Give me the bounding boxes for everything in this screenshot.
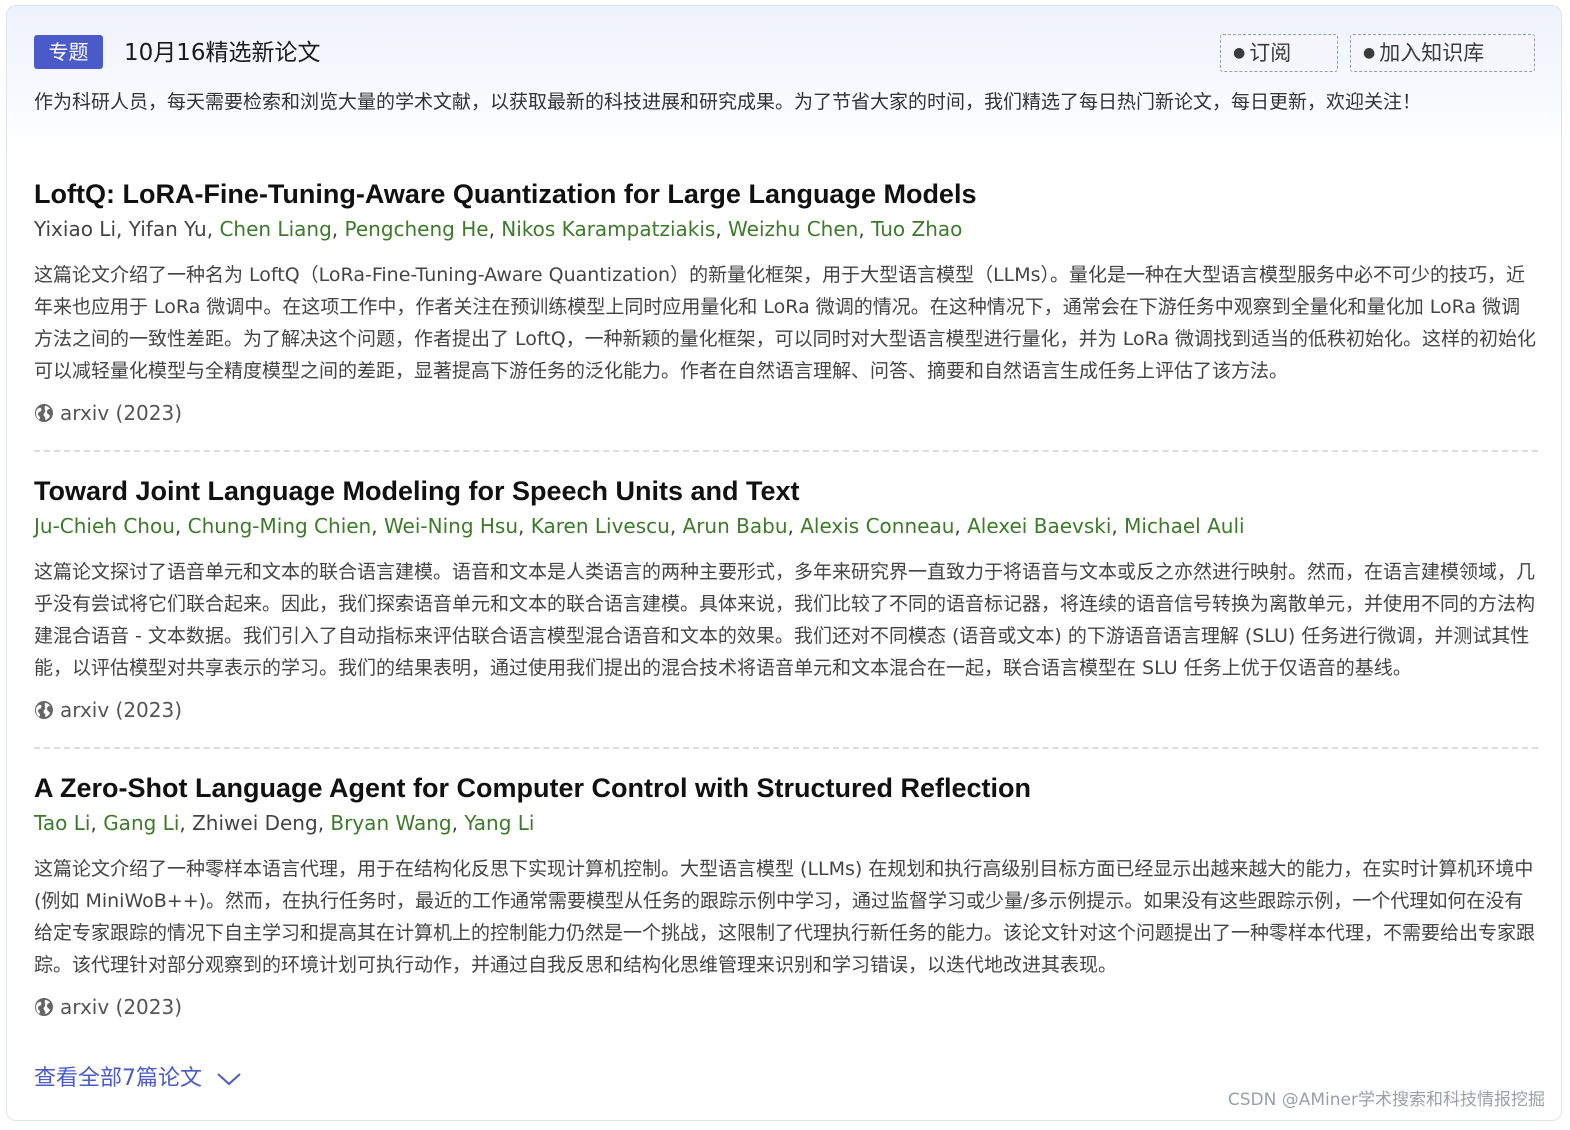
card-title: 10月16精选新论文 — [124, 40, 321, 66]
author-name: Yifan Yu — [128, 217, 207, 241]
author-separator: , — [331, 217, 345, 241]
author-name[interactable]: Gang Li — [103, 811, 179, 835]
paper-summary: 这篇论文介绍了一种名为 LoftQ（LoRa-Fine-Tuning-Aware… — [34, 264, 1537, 382]
globe-icon — [35, 701, 53, 719]
author-separator: , — [954, 514, 968, 538]
author-separator: , — [715, 217, 729, 241]
bullet-icon: ● — [1233, 45, 1246, 61]
author-name[interactable]: Yang Li — [464, 811, 534, 835]
topic-card: 专题 10月16精选新论文 ● 订阅 ● 加入知识库 作为科研人员，每天需要检索和浏… — [6, 5, 1562, 1121]
author-separator: , — [174, 514, 188, 538]
author-separator: , — [858, 217, 872, 241]
subscribe-button[interactable]: ● 订阅 — [1220, 34, 1338, 72]
author-name[interactable]: Tao Li — [34, 811, 90, 835]
globe-icon — [35, 404, 53, 422]
paper-title-link[interactable]: A Zero-Shot Language Agent for Computer … — [34, 770, 1538, 806]
watermark: CSDN @AMiner学术搜索和科技情报挖掘 — [1227, 1090, 1545, 1110]
author-separator: , — [116, 217, 129, 241]
author-separator: , — [371, 514, 384, 538]
author-list: Tao Li, Gang Li, Zhiwei Deng, Bryan Wang… — [34, 807, 1538, 839]
globe-icon — [35, 998, 53, 1016]
author-separator: , — [1111, 514, 1125, 538]
author-name[interactable]: Chung-Ming Chien — [188, 514, 372, 538]
paper-venue: arxiv (2023) — [34, 397, 1538, 429]
author-list: Yixiao Li, Yifan Yu, Chen Liang, Pengche… — [34, 213, 1538, 245]
author-name: Yixiao Li — [34, 217, 117, 241]
author-separator: , — [669, 514, 683, 538]
author-separator: , — [451, 811, 465, 835]
card-header: 专题 10月16精选新论文 ● 订阅 ● 加入知识库 — [34, 34, 1535, 76]
add-to-knowledge-base-button[interactable]: ● 加入知识库 — [1350, 34, 1535, 72]
author-name[interactable]: Karen Livescu — [531, 514, 670, 538]
paper-title-link[interactable]: Toward Joint Language Modeling for Speec… — [34, 473, 1538, 509]
author-separator: , — [179, 811, 193, 835]
author-name[interactable]: Pengcheng He — [344, 217, 488, 241]
divider — [34, 450, 1538, 452]
author-name[interactable]: Alexis Conneau — [800, 514, 954, 538]
author-name[interactable]: Nikos Karampatziakis — [501, 217, 715, 241]
view-all-papers-link[interactable]: 查看全部7篇论文 — [34, 1063, 242, 1095]
venue-label: arxiv (2023) — [60, 401, 183, 425]
author-name[interactable]: Chen Liang — [219, 217, 331, 241]
paper-summary: 这篇论文介绍了一种零样本语言代理，用于在结构化反思下实现计算机控制。大型语言模型… — [34, 858, 1536, 976]
card-intro: 作为科研人员，每天需要检索和浏览大量的学术文献，以获取最新的科技进展和研究成果。… — [34, 91, 1422, 113]
paper-venue: arxiv (2023) — [34, 991, 1538, 1023]
paper-summary: 这篇论文探讨了语音单元和文本的联合语言建模。语音和文本是人类语言的两种主要形式，… — [34, 561, 1536, 679]
venue-label: arxiv (2023) — [60, 698, 183, 722]
venue-label: arxiv (2023) — [60, 995, 183, 1019]
paper-item: Toward Joint Language Modeling for Speec… — [34, 473, 1538, 726]
author-name[interactable]: Michael Auli — [1124, 514, 1244, 538]
author-separator: , — [488, 217, 502, 241]
paper-title-link[interactable]: LoftQ: LoRA-Fine-Tuning-Aware Quantizati… — [34, 176, 1538, 212]
subscribe-label: 订阅 — [1249, 41, 1292, 65]
author-separator: , — [90, 811, 104, 835]
paper-venue: arxiv (2023) — [34, 694, 1538, 726]
author-name[interactable]: Tuo Zhao — [871, 217, 962, 241]
author-name[interactable]: Wei-Ning Hsu — [384, 514, 518, 538]
view-all-label: 查看全部7篇论文 — [34, 1066, 202, 1091]
author-separator: , — [518, 514, 531, 538]
divider — [34, 747, 1538, 749]
paper-item: A Zero-Shot Language Agent for Computer … — [34, 770, 1538, 1023]
author-separator: , — [206, 217, 220, 241]
author-separator: , — [787, 514, 801, 538]
author-name[interactable]: Bryan Wang — [330, 811, 451, 835]
author-list: Ju-Chieh Chou, Chung-Ming Chien, Wei-Nin… — [34, 510, 1538, 542]
topic-tag: 专题 — [34, 35, 103, 69]
bullet-icon: ● — [1363, 45, 1376, 61]
author-separator: , — [317, 811, 331, 835]
author-name: Zhiwei Deng — [192, 811, 318, 835]
chevron-down-icon — [217, 1073, 241, 1086]
author-name[interactable]: Alexei Baevski — [967, 514, 1111, 538]
author-name[interactable]: Weizhu Chen — [728, 217, 858, 241]
author-name[interactable]: Arun Babu — [683, 514, 788, 538]
paper-item: LoftQ: LoRA-Fine-Tuning-Aware Quantizati… — [34, 176, 1538, 429]
author-name[interactable]: Ju-Chieh Chou — [34, 514, 175, 538]
add-to-knowledge-base-label: 加入知识库 — [1379, 41, 1485, 65]
